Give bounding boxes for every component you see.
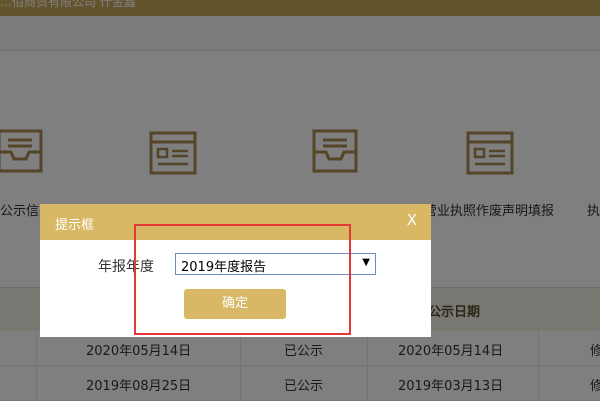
chevron-down-icon: ▼ (362, 257, 370, 268)
close-icon[interactable]: X (407, 211, 417, 229)
highlight-annotation (134, 224, 351, 335)
dialog-title: 提示框 (55, 218, 95, 233)
modal-overlay[interactable] (0, 0, 600, 401)
